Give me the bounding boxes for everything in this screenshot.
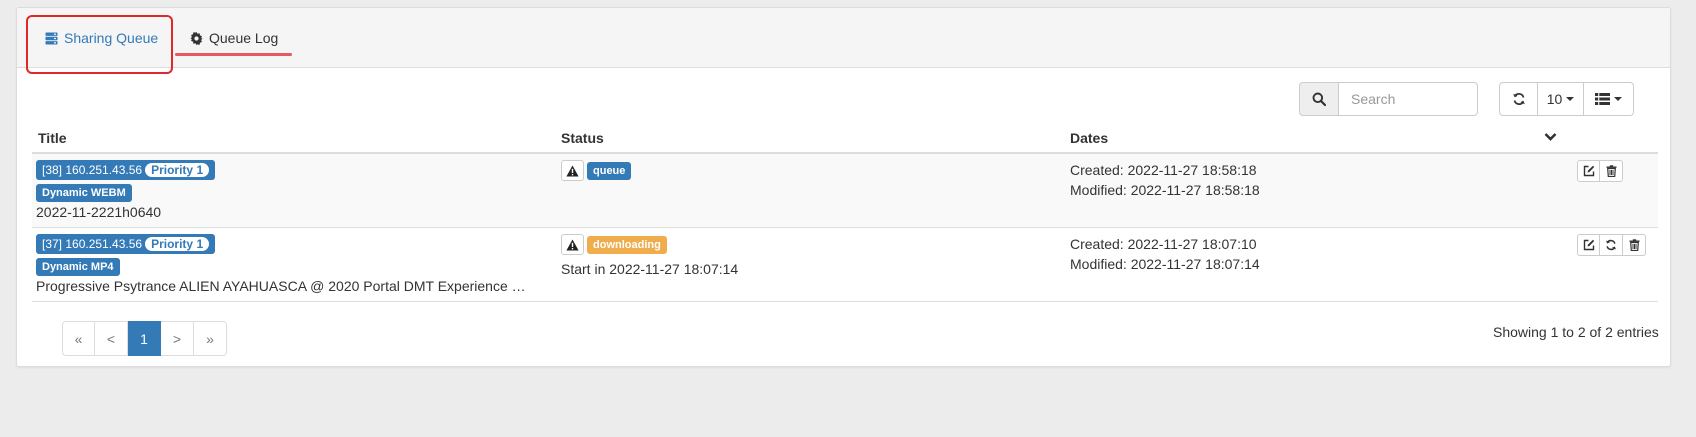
table-header: Title Status Dates [32,122,1658,154]
status-cell: downloading Start in 2022-11-27 18:07:14 [561,234,738,277]
status-badge: queue [587,161,632,180]
server-icon [45,32,58,44]
modified-date: Modified: 2022-11-27 18:58:18 [1070,182,1260,198]
refresh-icon [1512,93,1525,105]
column-header-status[interactable]: Status [561,130,604,146]
source-text: [37] 160.251.43.56 [42,237,143,251]
prev-page-button[interactable]: < [95,321,128,356]
item-title: Progressive Psytrance ALIEN AYAHUASCA @ … [36,278,526,294]
status-badge: downloading [587,235,667,254]
caret-down-icon [1614,97,1622,101]
edit-icon [1583,165,1594,177]
warning-icon [566,239,579,250]
table-controls: 10 [1499,82,1634,116]
trash-icon [1606,165,1616,177]
warning-button[interactable] [561,160,584,181]
status-cell: queue [561,160,632,181]
priority-badge: Priority 1 [145,237,210,251]
edit-button[interactable] [1577,234,1600,256]
expand-all-toggle[interactable] [1544,129,1557,145]
edit-icon [1583,239,1594,251]
source-label: [38] 160.251.43.56 Priority 1 [36,160,216,180]
created-date: Created: 2022-11-27 18:07:10 [1070,236,1257,252]
row-actions [1577,160,1623,182]
edit-button[interactable] [1577,160,1600,182]
row-actions [1577,234,1646,256]
search-icon [1312,92,1326,106]
table-row: [38] 160.251.43.56 Priority 1 Dynamic WEB… [32,154,1658,228]
item-title: 2022-11-2221h0640 [36,204,162,220]
caret-down-icon [1566,97,1575,101]
tab-queue-log-label: Queue Log [209,30,279,46]
tab-bar: Sharing Queue Queue Log [17,8,1670,74]
title-cell: [37] 160.251.43.56 Priority 1 Dynamic MP4… [36,234,536,294]
modified-date: Modified: 2022-11-27 18:07:14 [1070,256,1260,272]
list-icon [1595,93,1610,105]
column-header-title[interactable]: Title [38,130,67,146]
warning-icon [566,165,579,176]
source-label: [37] 160.251.43.56 Priority 1 [36,234,216,254]
chevron-down-icon [1544,133,1557,141]
tab-sharing-queue[interactable]: Sharing Queue [45,22,158,54]
status-detail: Start in 2022-11-27 18:07:14 [561,261,739,277]
last-page-button[interactable]: » [194,321,227,356]
type-label: Dynamic MP4 [36,258,120,276]
delete-button[interactable] [1600,160,1623,182]
entries-info: Showing 1 to 2 of 2 entries [1493,324,1659,340]
priority-badge: Priority 1 [145,163,210,177]
title-cell: [38] 160.251.43.56 Priority 1 Dynamic WEB… [36,160,536,220]
gear-icon [190,31,203,45]
type-label: Dynamic WEBM [36,184,132,202]
table-row: [37] 160.251.43.56 Priority 1 Dynamic MP4… [32,228,1658,302]
page-size-value: 10 [1546,91,1563,107]
delete-button[interactable] [1623,234,1646,256]
highlight-underline [175,53,292,56]
tab-sharing-queue-label: Sharing Queue [64,30,159,46]
refresh-icon [1606,239,1616,251]
page-size-dropdown[interactable]: 10 [1538,82,1584,116]
search-group [1299,82,1478,116]
dates-cell: Created: 2022-11-27 18:07:10 Modified: 2… [1070,234,1260,274]
sharing-queue-panel: Sharing Queue Queue Log Search 10 Title … [16,7,1671,367]
warning-button[interactable] [561,234,584,255]
retry-button[interactable] [1600,234,1623,256]
source-text: [38] 160.251.43.56 [42,163,143,177]
column-header-dates[interactable]: Dates [1070,130,1108,146]
created-date: Created: 2022-11-27 18:58:18 [1070,162,1257,178]
pagination: « < 1 > » [62,321,227,356]
search-addon [1299,82,1338,116]
dates-cell: Created: 2022-11-27 18:58:18 Modified: 2… [1070,160,1260,200]
refresh-button[interactable] [1499,82,1538,116]
search-input[interactable] [1338,82,1478,116]
first-page-button[interactable]: « [62,321,95,356]
next-page-button[interactable]: > [161,321,194,356]
tab-queue-log[interactable]: Queue Log [190,22,278,54]
trash-icon [1629,239,1639,251]
page-button-current[interactable]: 1 [128,321,161,356]
columns-dropdown[interactable] [1584,82,1634,116]
